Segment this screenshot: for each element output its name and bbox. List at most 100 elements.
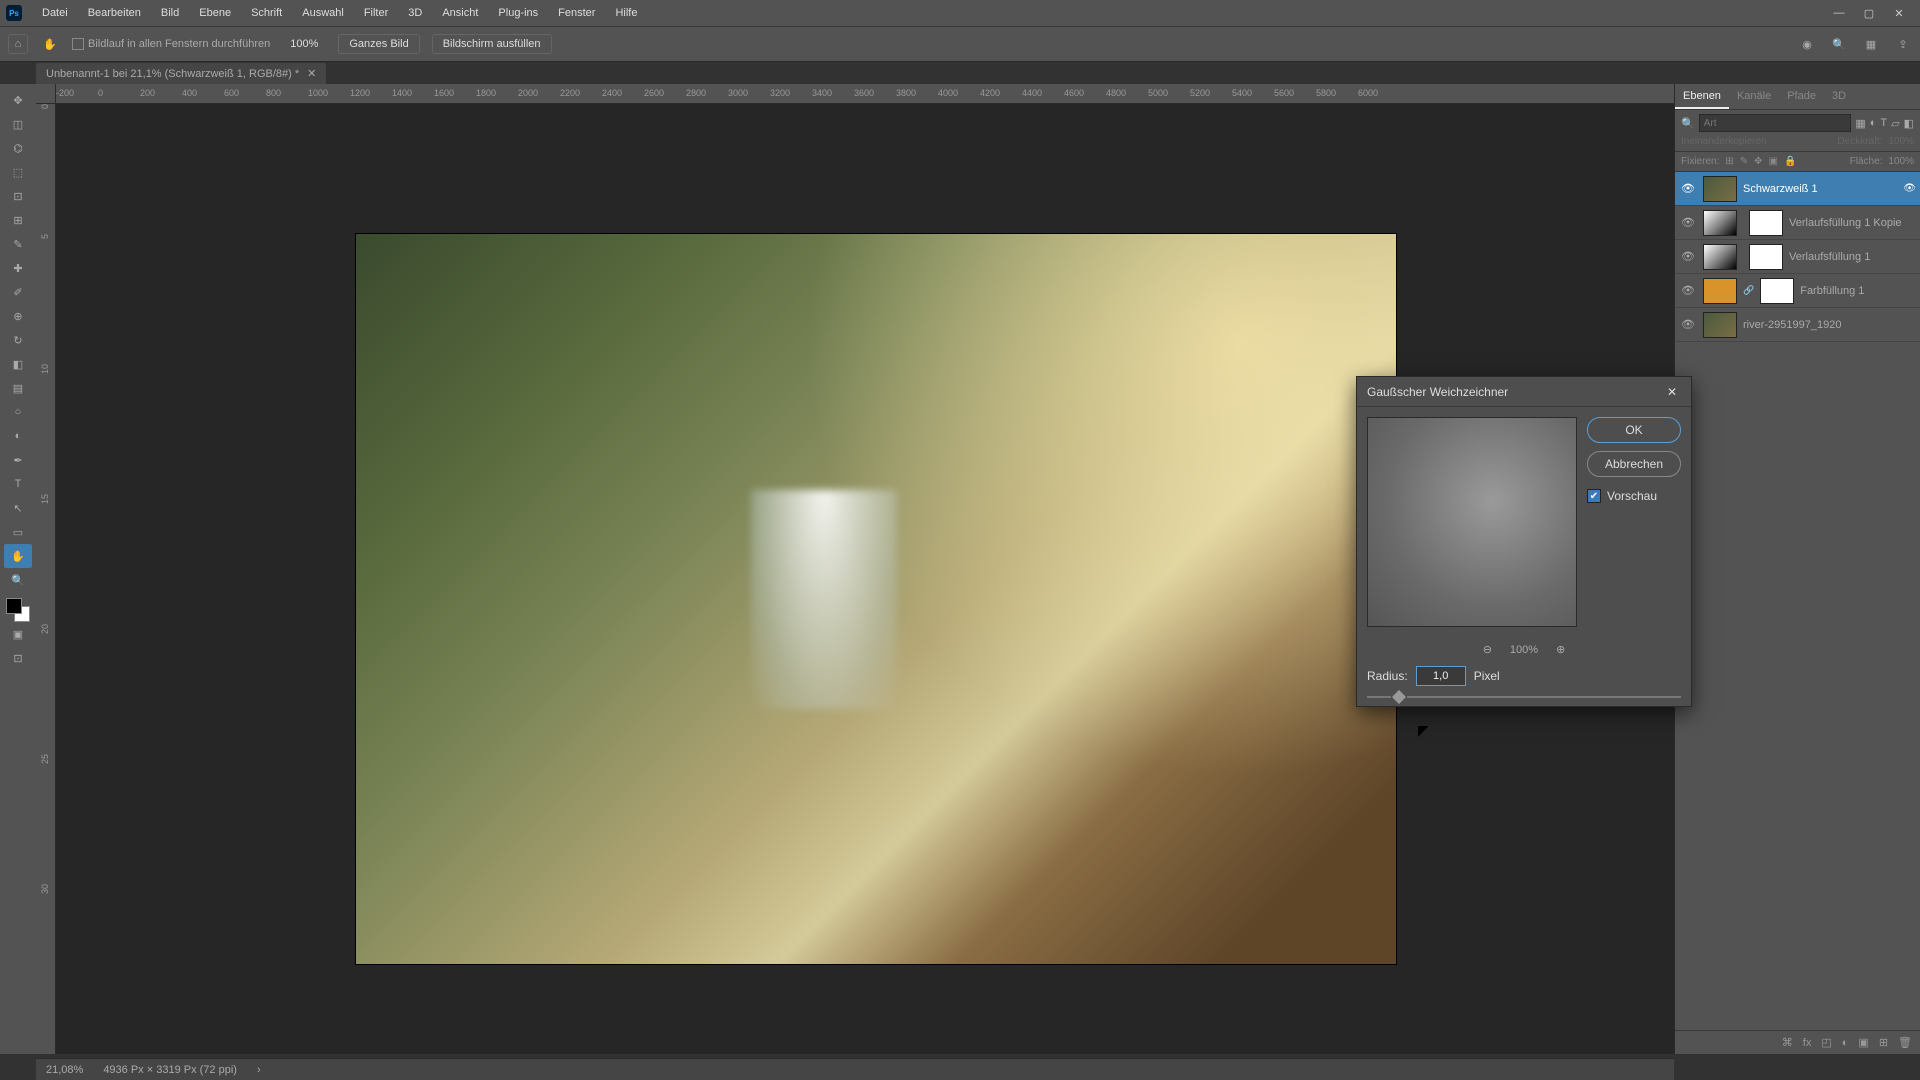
layer-row[interactable]: 👁🔗Farbfüllung 1 — [1675, 274, 1920, 308]
status-chevron-icon[interactable]: › — [257, 1064, 261, 1076]
fx-icon[interactable]: fx — [1803, 1037, 1812, 1049]
type-tool[interactable]: T — [4, 472, 32, 496]
crop-tool[interactable]: ⊡ — [4, 184, 32, 208]
menu-bearbeiten[interactable]: Bearbeiten — [78, 3, 151, 23]
lock-transparent-icon[interactable]: ⊞ — [1725, 156, 1733, 167]
history-brush-tool[interactable]: ↻ — [4, 328, 32, 352]
dialog-preview[interactable] — [1367, 417, 1577, 627]
layer-mask-thumbnail[interactable] — [1749, 210, 1783, 236]
search-icon[interactable]: 🔍 — [1830, 35, 1848, 53]
foreground-color[interactable] — [6, 598, 22, 614]
layer-row[interactable]: 👁Schwarzweiß 1👁 — [1675, 172, 1920, 206]
visibility-icon[interactable]: 👁 — [1679, 250, 1697, 263]
status-zoom[interactable]: 21,08% — [46, 1064, 83, 1076]
lock-artboard-icon[interactable]: ▣ — [1769, 156, 1778, 167]
status-size[interactable]: 4936 Px × 3319 Px (72 ppi) — [103, 1064, 237, 1076]
layer-thumbnail[interactable] — [1703, 210, 1737, 236]
horizontal-ruler[interactable]: -200020040060080010001200140016001800200… — [56, 84, 1674, 104]
menu-hilfe[interactable]: Hilfe — [605, 3, 647, 23]
clone-tool[interactable]: ⊕ — [4, 304, 32, 328]
preview-checkbox[interactable]: ✔ Vorschau — [1587, 489, 1681, 503]
adjustment-icon[interactable]: ◐ — [1842, 1037, 1849, 1049]
menu-auswahl[interactable]: Auswahl — [292, 3, 354, 23]
maximize-button[interactable]: ▢ — [1854, 3, 1884, 23]
menu-filter[interactable]: Filter — [354, 3, 398, 23]
layer-thumbnail[interactable] — [1703, 176, 1737, 202]
blur-tool[interactable]: ○ — [4, 400, 32, 424]
layer-filter-input[interactable] — [1699, 114, 1852, 132]
home-icon[interactable]: ⌂ — [8, 34, 28, 54]
document-tab[interactable]: Unbenannt-1 bei 21,1% (Schwarzweiß 1, RG… — [36, 63, 326, 84]
visibility-icon[interactable]: 👁 — [1679, 284, 1697, 297]
dialog-close-icon[interactable]: ✕ — [1663, 383, 1681, 401]
fill-value[interactable]: 100% — [1888, 156, 1914, 167]
ruler-origin[interactable] — [36, 84, 56, 104]
color-swatches[interactable] — [6, 598, 30, 622]
shape-tool[interactable]: ▭ — [4, 520, 32, 544]
whole-image-button[interactable]: Ganzes Bild — [338, 34, 419, 54]
filter-smart-icon[interactable]: ◧ — [1904, 117, 1914, 130]
layer-mask-thumbnail[interactable] — [1760, 278, 1794, 304]
radius-slider[interactable] — [1357, 688, 1691, 706]
gradient-tool[interactable]: ▤ — [4, 376, 32, 400]
cloud-icon[interactable]: ◉ — [1798, 35, 1816, 53]
slider-handle[interactable] — [1391, 689, 1408, 706]
mask-icon[interactable]: ◰ — [1821, 1036, 1831, 1049]
lock-position-icon[interactable]: ✥ — [1754, 156, 1762, 167]
eyedropper-tool[interactable]: ✎ — [4, 232, 32, 256]
filter-shape-icon[interactable]: ▱ — [1891, 117, 1899, 130]
eraser-tool[interactable]: ◧ — [4, 352, 32, 376]
visibility-icon[interactable]: 👁 — [1679, 318, 1697, 331]
menu-3d[interactable]: 3D — [398, 3, 432, 23]
opacity-value[interactable]: 100% — [1888, 136, 1914, 147]
zoom-level[interactable]: 100% — [282, 36, 326, 52]
layer-thumbnail[interactable] — [1703, 278, 1737, 304]
menu-fenster[interactable]: Fenster — [548, 3, 605, 23]
panel-tab-kanäle[interactable]: Kanäle — [1729, 84, 1779, 109]
menu-datei[interactable]: Datei — [32, 3, 78, 23]
marquee-tool[interactable]: ◫ — [4, 112, 32, 136]
panel-tab-pfade[interactable]: Pfade — [1779, 84, 1824, 109]
lock-pixels-icon[interactable]: ✎ — [1740, 156, 1748, 167]
filter-adjust-icon[interactable]: ◐ — [1870, 117, 1877, 129]
link-layers-icon[interactable]: ⌘ — [1782, 1036, 1793, 1049]
pen-tool[interactable]: ✒ — [4, 448, 32, 472]
lock-all-icon[interactable]: 🔒 — [1784, 156, 1796, 167]
minimize-button[interactable]: — — [1824, 3, 1854, 23]
layer-thumbnail[interactable] — [1703, 244, 1737, 270]
panel-tab-ebenen[interactable]: Ebenen — [1675, 84, 1729, 109]
menu-bild[interactable]: Bild — [151, 3, 189, 23]
layer-row[interactable]: 👁Verlaufsfüllung 1 Kopie — [1675, 206, 1920, 240]
fill-screen-button[interactable]: Bildschirm ausfüllen — [432, 34, 552, 54]
share-icon[interactable]: ⇪ — [1894, 35, 1912, 53]
menu-plug-ins[interactable]: Plug-ins — [488, 3, 548, 23]
panel-tab-3d[interactable]: 3D — [1824, 84, 1854, 109]
close-tab-icon[interactable]: ✕ — [307, 67, 316, 80]
layer-settings-icon[interactable]: 👁 — [1903, 183, 1916, 194]
menu-ansicht[interactable]: Ansicht — [432, 3, 488, 23]
visibility-icon[interactable]: 👁 — [1679, 216, 1697, 229]
ok-button[interactable]: OK — [1587, 417, 1681, 443]
move-tool[interactable]: ✥ — [4, 88, 32, 112]
dodge-tool[interactable]: ◐ — [4, 424, 32, 448]
layer-row[interactable]: 👁river-2951997_1920 — [1675, 308, 1920, 342]
selection-tool[interactable]: ⬚ — [4, 160, 32, 184]
workspace-icon[interactable]: ▦ — [1862, 35, 1880, 53]
zoom-in-icon[interactable]: ⊕ — [1556, 643, 1565, 656]
screenmode-tool[interactable]: ⊡ — [4, 646, 32, 670]
layer-thumbnail[interactable] — [1703, 312, 1737, 338]
filter-image-icon[interactable]: ▦ — [1855, 117, 1865, 130]
frame-tool[interactable]: ⊞ — [4, 208, 32, 232]
path-tool[interactable]: ↖ — [4, 496, 32, 520]
hand-tool-icon[interactable]: ✋ — [40, 34, 60, 54]
group-icon[interactable]: ▣ — [1858, 1036, 1868, 1049]
brush-tool[interactable]: ✐ — [4, 280, 32, 304]
hand-tool[interactable]: ✋ — [4, 544, 32, 568]
menu-ebene[interactable]: Ebene — [189, 3, 241, 23]
radius-input[interactable] — [1416, 666, 1466, 686]
layer-mask-thumbnail[interactable] — [1749, 244, 1783, 270]
zoom-tool[interactable]: 🔍 — [4, 568, 32, 592]
vertical-ruler[interactable]: 051015202530 — [36, 104, 56, 1054]
quickmask-tool[interactable]: ▣ — [4, 622, 32, 646]
close-button[interactable]: ✕ — [1884, 3, 1914, 23]
